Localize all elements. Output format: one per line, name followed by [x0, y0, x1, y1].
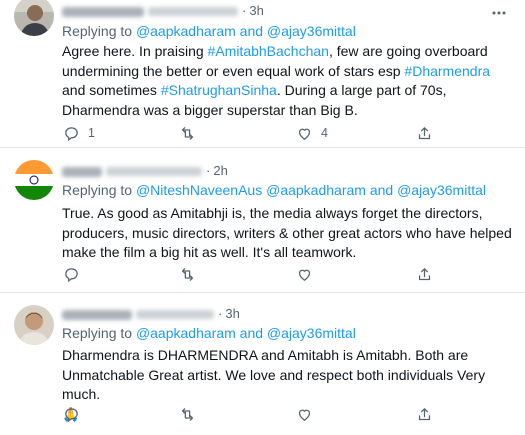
retweet-icon: [181, 267, 194, 281]
handle-redacted[interactable]: [148, 7, 238, 17]
text-segment: Dharmendra is DHARMENDRA and Amitabh is …: [62, 347, 486, 402]
mention-link[interactable]: @aapkadharam: [136, 23, 236, 39]
reply-button[interactable]: [63, 264, 88, 284]
like-count: 4: [321, 126, 328, 140]
avatar[interactable]: [14, 160, 54, 200]
like-button[interactable]: [296, 404, 321, 424]
share-button[interactable]: [416, 264, 433, 284]
reply-icon: [65, 267, 78, 282]
replying-to: Replying to @NiteshNaveenAus @aapkadhara…: [62, 182, 486, 198]
reply-count: 1: [88, 126, 95, 140]
timestamp[interactable]: 3h: [225, 306, 239, 321]
tweet-text: Agree here. In praising #AmitabhBachchan…: [62, 42, 512, 120]
more-icon[interactable]: [489, 4, 509, 22]
share-button[interactable]: [416, 123, 433, 143]
mention-link[interactable]: @ajay36mittal: [267, 325, 356, 341]
like-icon: [298, 128, 311, 140]
mention-link[interactable]: @ajay36mittal: [267, 23, 356, 39]
retweet-button[interactable]: [179, 264, 204, 284]
handle-redacted[interactable]: [136, 310, 214, 320]
reply-button[interactable]: [63, 404, 88, 424]
reply-button[interactable]: 1: [63, 123, 95, 143]
hashtag-link[interactable]: #ShatrughanSinha: [161, 82, 277, 98]
replying-to: Replying to @aapkadharam and @ajay36mitt…: [62, 325, 356, 341]
share-button[interactable]: [416, 404, 433, 424]
reply-icon: [65, 407, 78, 422]
timestamp[interactable]: 2h: [213, 163, 227, 178]
text-segment: Agree here. In praising: [62, 43, 208, 59]
mention-link[interactable]: @ajay36mittal: [397, 182, 486, 198]
timestamp[interactable]: 3h: [249, 3, 263, 18]
text-segment: and sometimes: [62, 82, 161, 98]
retweet-button[interactable]: [179, 123, 204, 143]
tweet-2[interactable]: · 2h Replying to @NiteshNaveenAus @aapkad…: [0, 148, 525, 293]
tweet-text: True. As good as Amitabhji is, the media…: [62, 204, 512, 263]
display-name-redacted[interactable]: [62, 166, 102, 177]
display-name-redacted[interactable]: [62, 6, 144, 17]
tweet-actions: [55, 264, 455, 284]
share-icon: [418, 407, 431, 420]
share-icon: [418, 126, 431, 139]
reply-icon: [65, 126, 78, 141]
text-segment: True. As good as Amitabhji is, the media…: [62, 205, 512, 260]
mention-link[interactable]: @aapkadharam: [136, 325, 236, 341]
tweet-3[interactable]: · 3h Replying to @aapkadharam and @ajay36…: [0, 293, 525, 435]
mention-link[interactable]: @NiteshNaveenAus @aapkadharam: [136, 182, 366, 198]
like-icon: [298, 269, 311, 281]
tweet-actions: 1 4: [55, 123, 455, 143]
handle-redacted[interactable]: [106, 167, 202, 177]
tweet-actions: [55, 404, 455, 424]
tweet-header: · 2h: [62, 162, 228, 180]
replying-to: Replying to @aapkadharam and @ajay36mitt…: [62, 23, 356, 39]
tweet-1[interactable]: · 3h Replying to @aapkadharam and @ajay36…: [0, 0, 525, 148]
avatar[interactable]: [14, 0, 54, 36]
like-button[interactable]: [296, 264, 321, 284]
tweet-header: · 3h: [62, 2, 264, 20]
like-icon: [298, 409, 311, 421]
retweet-button[interactable]: [179, 404, 204, 424]
like-button[interactable]: 4: [296, 123, 328, 143]
display-name-redacted[interactable]: [62, 309, 132, 320]
tweet-header: · 3h: [62, 305, 240, 323]
hashtag-link[interactable]: #Dharmendra: [404, 63, 490, 79]
share-icon: [418, 267, 431, 280]
retweet-icon: [181, 126, 194, 140]
hashtag-link[interactable]: #AmitabhBachchan: [208, 43, 329, 59]
retweet-icon: [181, 407, 194, 421]
avatar[interactable]: [14, 305, 54, 345]
